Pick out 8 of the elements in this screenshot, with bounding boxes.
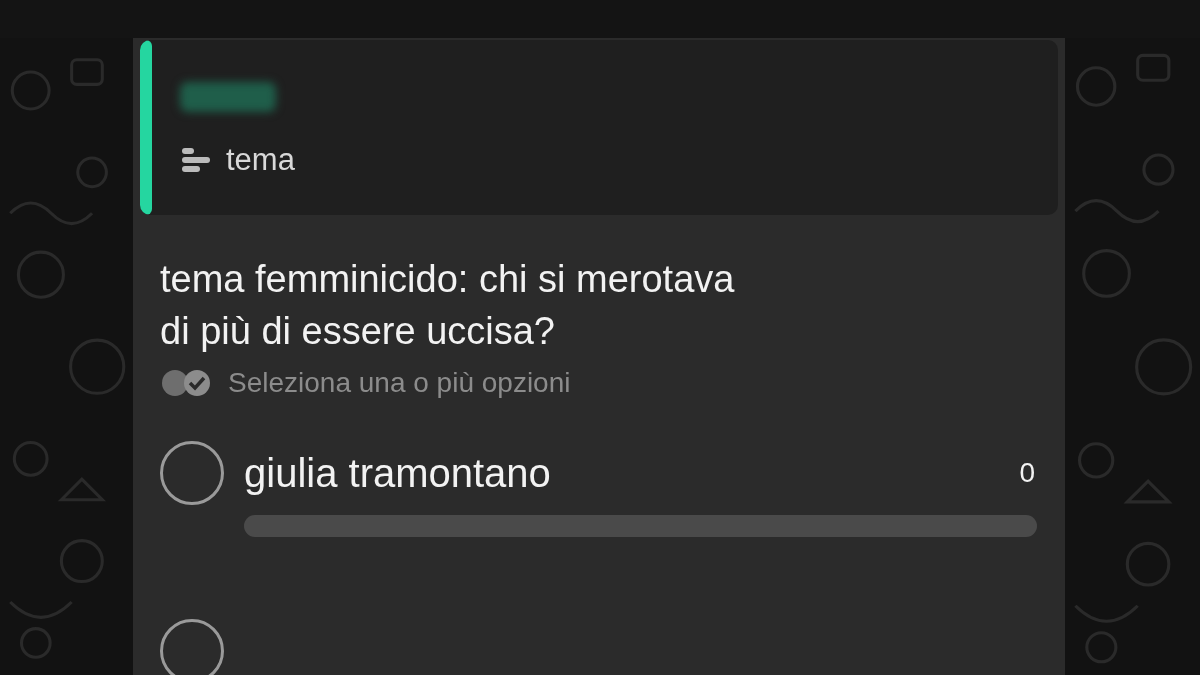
radio-button[interactable] xyxy=(160,619,224,675)
option-label: giulia tramontano xyxy=(244,450,551,496)
poll-question: tema femminicido: chi si merotava di più di essere uccisa? xyxy=(160,257,736,354)
quoted-label: tema xyxy=(226,142,295,178)
vote-count: 0 xyxy=(1019,457,1035,489)
radio-button[interactable] xyxy=(160,441,224,505)
poll-hint: Seleziona una o più opzioni xyxy=(228,367,571,399)
poll-icon xyxy=(180,146,212,174)
